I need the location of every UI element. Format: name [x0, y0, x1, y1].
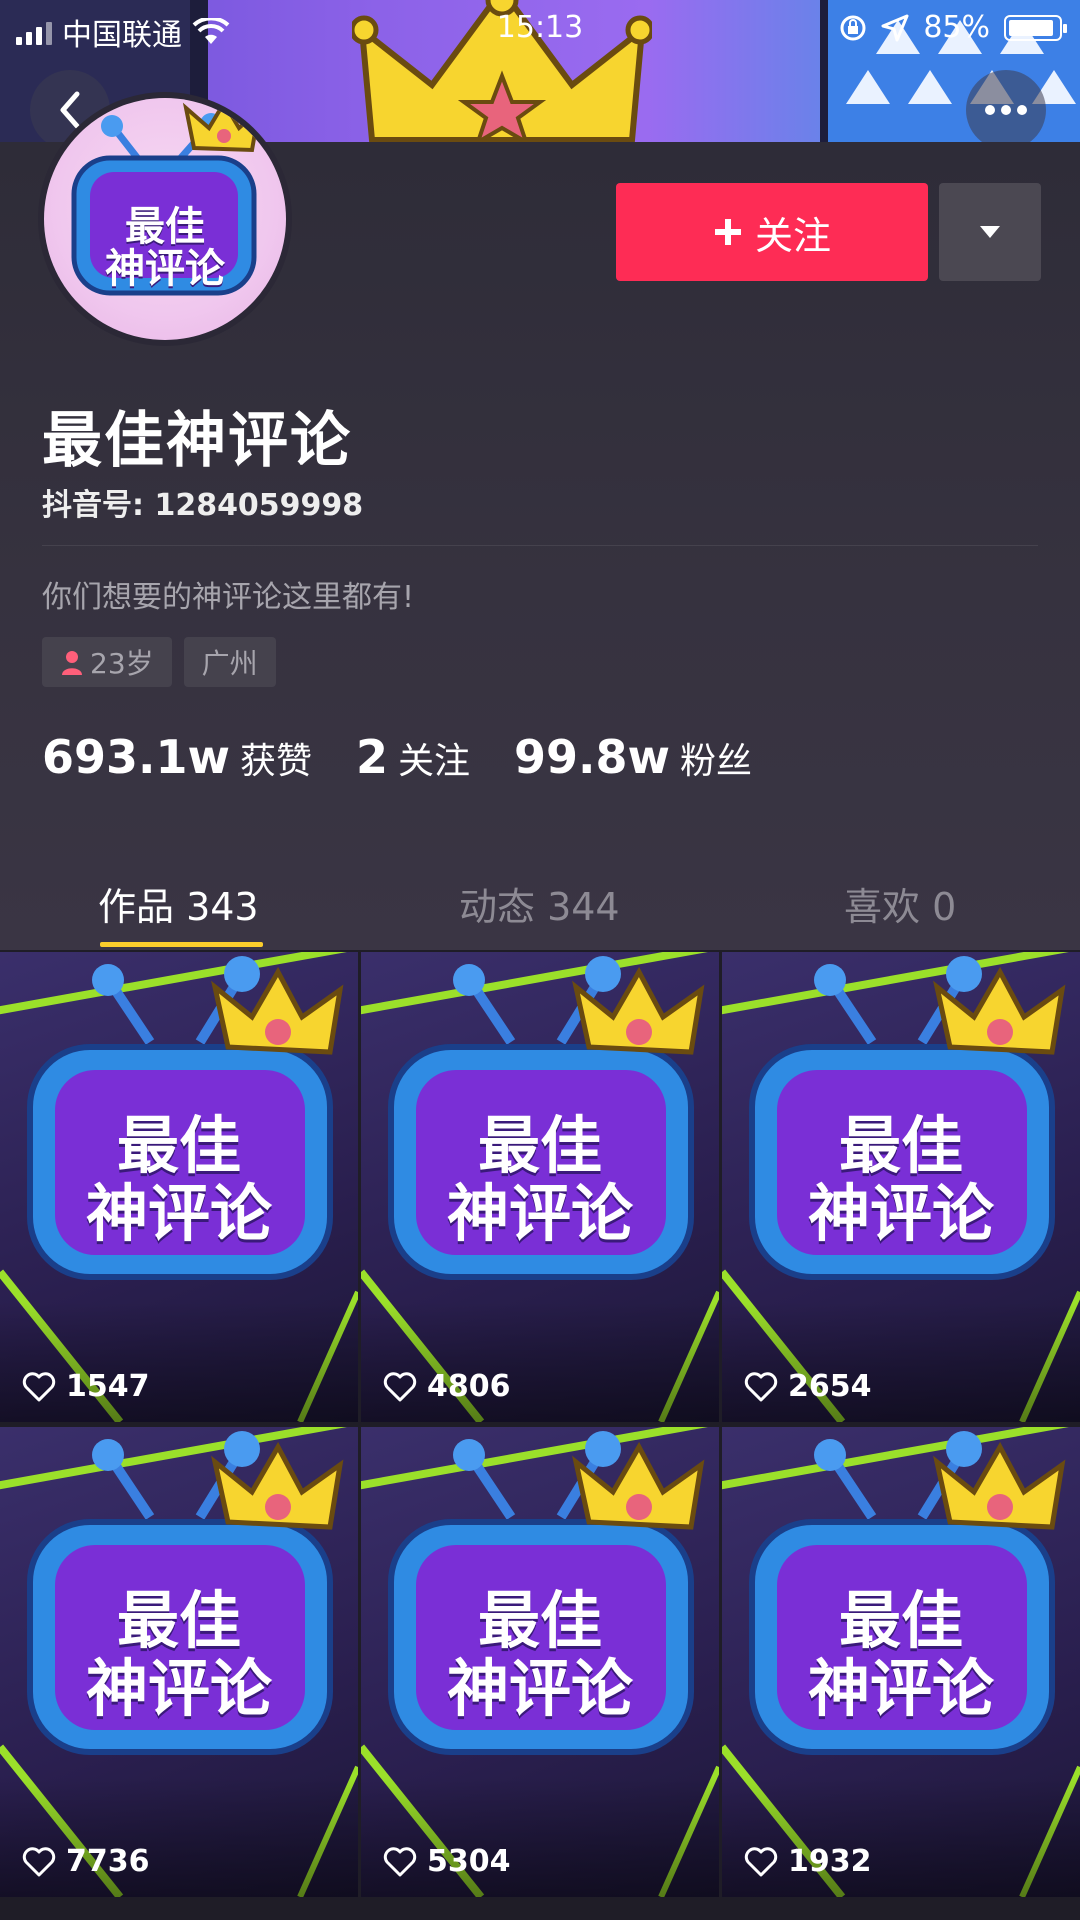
- video-like-value: 4806: [427, 1369, 511, 1404]
- heart-outline-icon: [22, 1371, 56, 1401]
- thumbnail-shade: [361, 1777, 719, 1897]
- video-like-count: 2654: [744, 1369, 872, 1404]
- heart-outline-icon: [744, 1846, 778, 1876]
- location-icon: [881, 14, 909, 41]
- follow-button[interactable]: 关注: [616, 183, 928, 281]
- heart-outline-icon: [22, 1846, 56, 1876]
- thumbnail-title-line2: 神评论: [85, 1652, 272, 1725]
- followers-count[interactable]: 99.8w: [514, 730, 670, 784]
- following-count[interactable]: 2: [356, 730, 388, 784]
- video-thumbnail[interactable]: 最佳 神评论 5304: [361, 1427, 719, 1897]
- thumbnail-title-line1: 最佳: [838, 1109, 963, 1182]
- thumbnail-title-line1: 最佳: [477, 1584, 602, 1657]
- video-thumbnail[interactable]: 最佳 神评论 2654: [722, 952, 1080, 1422]
- thumbnail-title-line1: 最佳: [116, 1109, 241, 1182]
- video-thumbnail[interactable]: 最佳 神评论 7736: [0, 1427, 358, 1897]
- follow-label: 关注: [754, 213, 831, 258]
- video-thumbnail[interactable]: 最佳 神评论 1547: [0, 952, 358, 1422]
- video-thumbnail[interactable]: 最佳 神评论 4806: [361, 952, 719, 1422]
- following-label[interactable]: 关注: [398, 732, 470, 784]
- rotation-lock-icon: [840, 15, 866, 40]
- video-like-count: 7736: [22, 1844, 150, 1879]
- thumbnail-title-line2: 神评论: [807, 1652, 994, 1725]
- caret-down-icon: [980, 226, 1000, 238]
- profile-header: 最佳 神评论 关注 最佳神评论 抖音号: 1284059998 你们想要的神评论…: [0, 92, 1080, 950]
- likes-label: 获赞: [240, 741, 313, 782]
- tab-active-indicator: [100, 942, 263, 947]
- thumbnail-title-line2: 神评论: [446, 1652, 633, 1725]
- video-like-value: 1932: [788, 1844, 872, 1879]
- location-tag-label: 广州: [201, 647, 258, 680]
- thumbnail-title-line1: 最佳: [116, 1584, 241, 1657]
- location-tag: 广州: [183, 637, 276, 687]
- video-grid: 最佳 神评论 1547 最佳 神评论 4806 最佳 神评论 2654 最佳 神评论 7736 最佳 神评…: [0, 950, 1080, 1920]
- status-right: 85%: [839, 10, 1067, 45]
- battery-icon: [1004, 14, 1067, 41]
- more-dots-icon: [985, 105, 1027, 115]
- video-like-value: 2654: [788, 1369, 872, 1404]
- thumbnail-shade: [722, 1302, 1080, 1422]
- thumbnail-title-line2: 神评论: [446, 1177, 633, 1250]
- thumbnail-title-line2: 神评论: [807, 1177, 994, 1250]
- video-like-value: 7736: [66, 1844, 150, 1879]
- profile-bio: 你们想要的神评论这里都有!: [42, 580, 415, 615]
- profile-name: 最佳神评论: [42, 406, 352, 476]
- tab-likes[interactable]: 喜欢 0: [844, 876, 956, 931]
- video-thumbnail[interactable]: 最佳 神评论 1932: [722, 1427, 1080, 1897]
- video-like-count: 5304: [383, 1844, 511, 1879]
- thumbnail-shade: [0, 1777, 358, 1897]
- age-tag-label: 23岁: [90, 647, 154, 680]
- heart-outline-icon: [744, 1371, 778, 1401]
- avatar-image: 最佳 神评论: [44, 98, 286, 340]
- avatar[interactable]: 最佳 神评论: [38, 92, 292, 346]
- plus-icon: [714, 219, 741, 245]
- video-like-value: 1547: [66, 1369, 150, 1404]
- video-like-value: 5304: [427, 1844, 511, 1879]
- avatar-text-line2: 神评论: [105, 246, 225, 292]
- thumbnail-title-line1: 最佳: [838, 1584, 963, 1657]
- thumbnail-shade: [361, 1302, 719, 1422]
- thumbnail-title-line2: 神评论: [85, 1177, 272, 1250]
- age-tag: 23岁: [42, 637, 172, 687]
- heart-outline-icon: [383, 1371, 417, 1401]
- status-bar: 中国联通 15:13 85%: [0, 0, 1080, 56]
- tab-activity[interactable]: 动态 344: [459, 876, 620, 931]
- followers-label[interactable]: 粉丝: [680, 732, 752, 784]
- divider: [42, 545, 1038, 546]
- more-button[interactable]: [966, 70, 1046, 150]
- female-icon: [62, 651, 82, 675]
- profile-tags: 23岁 广州: [42, 637, 276, 687]
- thumbnail-shade: [0, 1302, 358, 1422]
- heart-outline-icon: [383, 1846, 417, 1876]
- thumbnail-title-line1: 最佳: [477, 1109, 602, 1182]
- profile-uid[interactable]: 抖音号: 1284059998: [42, 480, 363, 524]
- recommend-dropdown-button[interactable]: [939, 183, 1041, 281]
- battery-percent: 85%: [923, 10, 990, 45]
- video-like-count: 1932: [744, 1844, 872, 1879]
- content-tabs: 作品 343 动态 344 喜欢 0: [0, 866, 1080, 950]
- video-like-count: 1547: [22, 1369, 150, 1404]
- avatar-text-line1: 最佳: [125, 204, 205, 250]
- profile-stats: 693.1w 获赞 2 关注 99.8w 粉丝: [42, 730, 796, 784]
- video-like-count: 4806: [383, 1369, 511, 1404]
- likes-count: 693.1w: [42, 730, 230, 784]
- tab-works[interactable]: 作品 343: [98, 876, 259, 931]
- thumbnail-shade: [722, 1777, 1080, 1897]
